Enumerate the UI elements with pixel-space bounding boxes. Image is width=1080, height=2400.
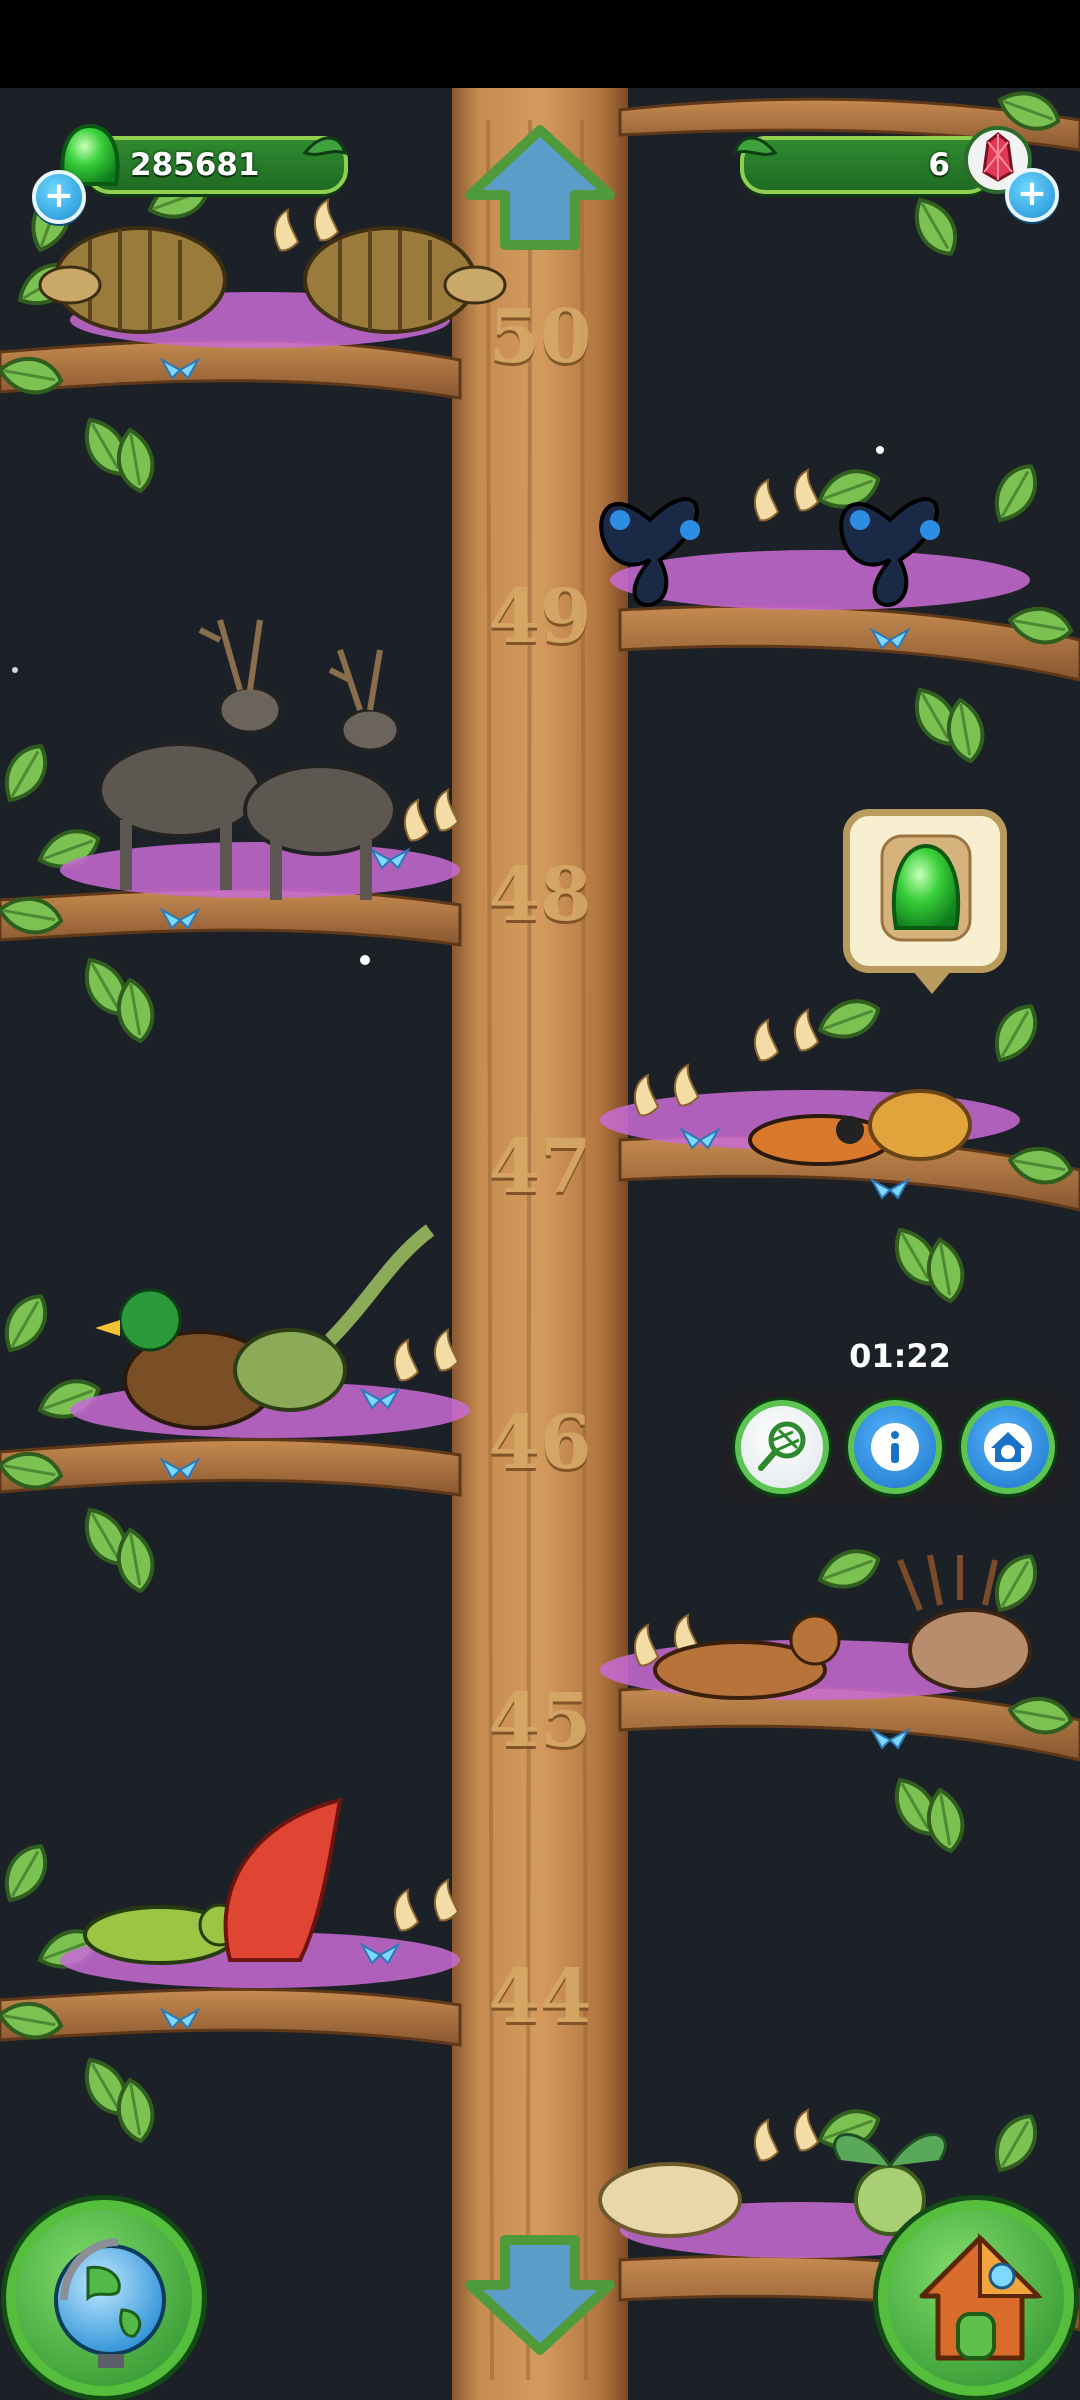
gem-counter: 285681: [130, 147, 260, 183]
level-47: 47: [488, 1124, 592, 1210]
turtle[interactable]: [868, 1089, 972, 1161]
habitat-timer: 01:22: [849, 1337, 951, 1375]
status-bar: [0, 0, 1080, 88]
gem-reward-bubble[interactable]: [843, 809, 1007, 994]
info-button[interactable]: [848, 1400, 942, 1494]
vine-icon: [302, 136, 348, 156]
home-button[interactable]: [878, 2200, 1074, 2396]
world-map-button[interactable]: [6, 2200, 202, 2396]
catch-button[interactable]: [735, 1400, 829, 1494]
level-50: 50: [488, 294, 592, 380]
net-icon: [758, 1421, 806, 1471]
rabbit[interactable]: [598, 2162, 742, 2238]
level-44: 44: [488, 1954, 592, 2040]
vine-icon: [732, 136, 778, 156]
armadillo-left[interactable]: [38, 226, 227, 334]
shelter-button[interactable]: [961, 1400, 1055, 1494]
level-49: 49: [488, 574, 592, 660]
green-gem-icon: [880, 834, 972, 942]
branch-44: [0, 1836, 462, 2146]
grasshopper[interactable]: [83, 1903, 242, 1965]
dinosaur[interactable]: [233, 1224, 435, 1412]
tree-trunk: [452, 88, 628, 2400]
add-crystals-button[interactable]: +: [1005, 168, 1059, 222]
info-icon: [871, 1423, 919, 1471]
globe-icon: [54, 2238, 166, 2368]
add-gems-button[interactable]: +: [32, 170, 86, 224]
shelter-icon: [984, 1423, 1032, 1471]
crystal-counter: 6: [928, 147, 950, 183]
level-45: 45: [488, 1678, 592, 1764]
level-46: 46: [488, 1400, 592, 1486]
level-48: 48: [488, 852, 592, 938]
house-icon: [919, 2233, 1043, 2361]
